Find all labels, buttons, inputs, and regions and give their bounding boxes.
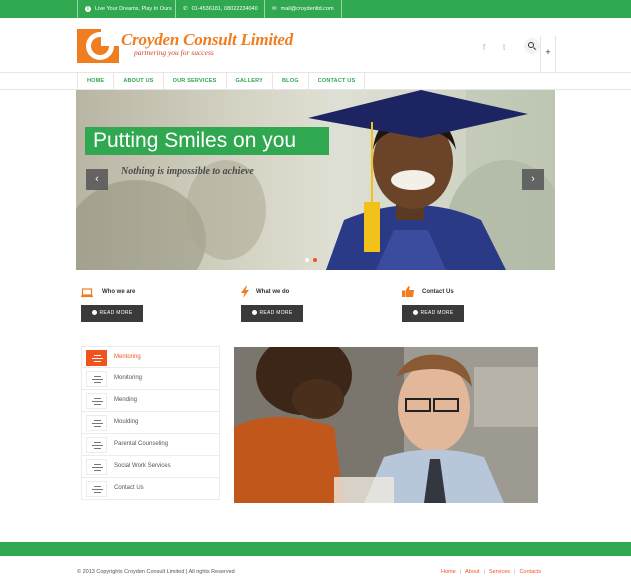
expand-button[interactable]: + [540,36,556,72]
service-item-mending[interactable]: Mending [81,390,220,412]
thumbs-up-icon [402,286,414,297]
footer-link-services[interactable]: Services [489,569,510,575]
slider-next-button[interactable]: › [522,169,544,190]
info-icon [251,310,257,316]
service-icon [86,437,107,453]
service-icon [86,393,107,409]
service-item-moulding[interactable]: Moulding [81,412,220,434]
top-info-bar: i Live Your Dreams, Play In Ours ✆ 01-45… [0,0,631,18]
info-icon: i [85,6,91,12]
bolt-icon [241,286,249,298]
service-label: Parental Counseling [114,441,169,447]
feature-title: Who we are [102,289,136,295]
phone-icon: ✆ [183,6,188,12]
email-text: mail@croydenltd.com [280,6,334,12]
read-more-button[interactable]: READ MORE [241,305,303,322]
footer-link-about[interactable]: About [465,569,479,575]
mail-icon: ✉ [272,6,277,12]
tagline-item: i Live Your Dreams, Play In Ours [77,0,179,18]
footer-separator: | [514,569,516,575]
hero-slider[interactable] [76,90,555,270]
info-icon [91,310,97,316]
hero-subtitle: Nothing is impossible to achieve [121,166,254,177]
footer-separator: | [459,569,462,575]
footer-links: Home | About | Services | Contacts [441,569,541,575]
nav-blog[interactable]: BLOG [273,73,309,89]
service-icon [86,350,107,366]
service-icon [86,459,107,475]
service-label: Mending [114,397,138,403]
service-label: Monitoring [114,375,143,381]
laptop-icon [81,288,93,298]
info-icon [412,310,418,316]
footer-separator: | [483,569,485,575]
phone-text: 01-4536181, 08022234040 [191,6,258,12]
nav-contact-us[interactable]: CONTACT US [309,73,366,89]
nav-home[interactable]: HOME [78,73,115,89]
tagline-text: Live Your Dreams, Play In Ours [95,6,172,12]
read-more-button[interactable]: READ MORE [402,305,464,322]
nav-our-services[interactable]: OUR SERVICES [164,73,227,89]
service-icon [86,481,107,497]
search-icon[interactable] [524,38,540,54]
phone-item[interactable]: ✆ 01-4536181, 08022234040 [175,0,265,18]
services-list: Mentoring Monitoring Mending Moulding Pa… [81,346,220,500]
site-header: Croyden Consult Limited partnering you f… [0,18,631,73]
service-item-parental-counseling[interactable]: Parental Counseling [81,434,220,456]
footer-band [0,542,631,556]
service-item-contact-us[interactable]: Contact Us [81,478,220,500]
footer-link-home[interactable]: Home [441,569,456,575]
main-nav: HOME ABOUT US OUR SERVICES GALLERY BLOG … [77,73,366,89]
email-item[interactable]: ✉ mail@croydenltd.com [264,0,342,18]
footer-link-contacts[interactable]: Contacts [519,569,541,575]
feature-title: Contact Us [422,289,454,295]
twitter-icon[interactable]: t [503,43,505,52]
nav-gallery[interactable]: GALLERY [227,73,273,89]
service-label: Moulding [114,419,139,425]
feature-title: What we do [256,289,290,295]
facebook-icon[interactable]: f [483,43,485,52]
logo-mark[interactable] [77,29,119,63]
service-icon [86,415,107,431]
service-label: Mentoring [114,354,141,360]
hero-title: Putting Smiles on you [85,127,329,155]
slider-prev-button[interactable]: ‹ [86,169,108,190]
service-item-monitoring[interactable]: Monitoring [81,368,220,390]
students-photo [234,347,538,503]
logo-text[interactable]: Croyden Consult Limited [121,30,293,50]
service-item-mentoring[interactable]: Mentoring [81,346,220,368]
students-image [234,347,538,503]
service-item-social-work-services[interactable]: Social Work Services [81,456,220,478]
service-label: Social Work Services [114,463,171,469]
service-label: Contact Us [114,485,144,491]
copyright-text: © 2013 Copyrights Croyden Consult Limite… [77,569,235,575]
service-icon [86,371,107,387]
logo-tagline: partnering you for success [134,48,214,57]
hero-graduate-image [76,90,555,270]
read-more-button[interactable]: READ MORE [81,305,143,322]
nav-about-us[interactable]: ABOUT US [114,73,164,89]
